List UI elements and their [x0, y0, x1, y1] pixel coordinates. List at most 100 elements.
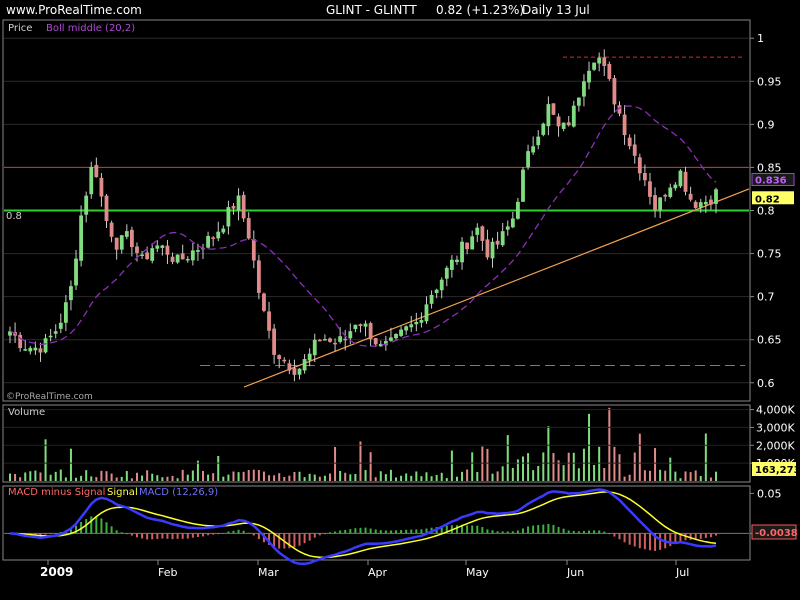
candle-body [175, 254, 180, 263]
quote-value: 0.82 (+1.23%) [436, 3, 524, 17]
chart-canvas[interactable]: www.ProRealTime.com GLINT - GLINTT 0.82 … [0, 0, 800, 600]
macd-histogram-bar [400, 530, 403, 534]
price-candles [8, 49, 718, 382]
macd-histogram-bar [689, 533, 692, 540]
price-tick-label: 0.75 [757, 248, 782, 261]
macd-histogram-bar [557, 526, 560, 534]
volume-bar [308, 473, 311, 481]
volume-bar [212, 473, 215, 481]
macd-histogram-bar [95, 516, 98, 534]
volume-bar [537, 465, 540, 481]
chart-window: www.ProRealTime.com GLINT - GLINTT 0.82 … [0, 0, 800, 600]
macd-histogram-bar [715, 533, 717, 536]
macd-histogram-bar [466, 525, 469, 534]
macd-histogram-bar [374, 529, 377, 534]
volume-bar [588, 413, 591, 481]
volume-bar [527, 453, 530, 481]
volume-bar [344, 472, 347, 481]
macd-hist-label: MACD minus Signal [8, 487, 105, 498]
candle-body [698, 202, 703, 208]
volume-bar [542, 452, 545, 481]
candle-body [114, 237, 119, 250]
candle-body [622, 114, 627, 136]
candle-body [328, 338, 332, 342]
volume-bar [257, 470, 260, 481]
volume-bar [339, 470, 342, 481]
time-tick-label: Mar [258, 566, 279, 579]
volume-bar [608, 407, 611, 481]
macd-histogram-bar [532, 525, 535, 534]
time-tick-label: Jun [566, 566, 584, 579]
candle-body [297, 368, 302, 375]
candle-body [551, 103, 556, 115]
price-levels [4, 56, 750, 388]
volume-bar [9, 473, 11, 481]
volume-bar [455, 476, 458, 481]
candle-body [69, 286, 73, 301]
candle-body [470, 236, 475, 250]
price-tick-label: 0.95 [757, 75, 782, 88]
macd-histogram-bar [572, 530, 575, 534]
macd-histogram-bar [354, 528, 357, 534]
macd-histogram-bar [659, 533, 662, 550]
macd-histogram-bar [588, 530, 591, 534]
volume-bar [39, 472, 42, 481]
volume-bar [293, 471, 296, 481]
volume-bar [679, 478, 682, 481]
candle-body [404, 326, 409, 331]
volume-bar [59, 469, 62, 481]
macd-histogram-bar [420, 529, 423, 534]
macd-histogram-bar [181, 533, 184, 539]
candle-body [160, 245, 165, 248]
volume-bar [684, 471, 687, 481]
macd-histogram-bar [105, 522, 108, 534]
candle-body [150, 248, 155, 261]
time-tick-label: May [466, 566, 489, 579]
candle-body [353, 324, 358, 330]
macd-histogram-bar [49, 533, 52, 535]
candle-body [627, 137, 632, 147]
candle-body [124, 231, 129, 237]
candle-body [277, 355, 282, 360]
volume-bar [552, 453, 555, 481]
candle-body [170, 256, 175, 262]
candle-body [89, 166, 94, 195]
chart-period: Daily 13 Jul [522, 3, 590, 17]
candle-body [394, 334, 398, 339]
volume-bar [410, 475, 413, 481]
macd-line [9, 488, 717, 566]
candle-body [648, 181, 652, 197]
macd-histogram-bar [308, 533, 311, 541]
price-axis: 1 0.95 0.9 0.85 0.8 0.75 0.7 0.65 0.6 0.836 0.82 [750, 32, 795, 390]
candle-body [642, 173, 647, 181]
candle-body [343, 338, 348, 341]
candle-body [673, 184, 678, 189]
macd-histogram-bar [196, 533, 199, 538]
volume-bar [278, 473, 281, 481]
candle-body [368, 323, 373, 340]
volume-tick-label: 4,000K [756, 404, 795, 417]
candle-body [439, 279, 444, 291]
volume-bar [262, 471, 265, 481]
time-tick-label: Jul [675, 566, 689, 579]
macd-histogram-bar [130, 533, 133, 536]
trend-line [243, 188, 750, 388]
candle-body [180, 253, 185, 260]
macd-value-text: -0.0038 [755, 528, 798, 539]
candle-body [18, 334, 23, 349]
macd-histogram-bar [207, 533, 210, 536]
macd-histogram-bar [476, 525, 479, 534]
volume-bar [171, 475, 174, 481]
candle-body [302, 359, 307, 371]
macd-axis: 0.05 -0.0038 [750, 487, 798, 540]
candle-body [602, 57, 607, 66]
candle-body [592, 62, 597, 70]
macd-histogram-bar [577, 531, 580, 534]
volume-bar [491, 473, 494, 481]
header: www.ProRealTime.com GLINT - GLINTT 0.82 … [6, 3, 590, 17]
candle-body [129, 229, 134, 248]
volume-bar [130, 478, 133, 481]
macd-histogram-bar [293, 533, 296, 548]
price-tick-label: 0.85 [757, 161, 782, 174]
volume-bar [618, 454, 621, 481]
